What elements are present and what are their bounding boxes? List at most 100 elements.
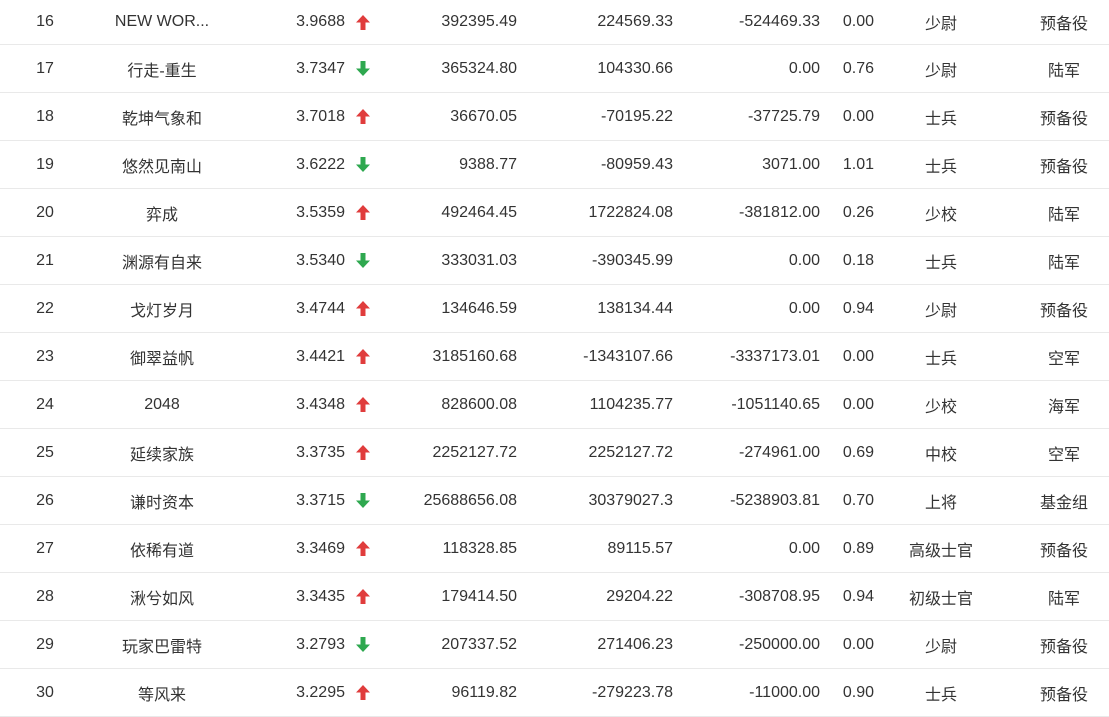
table-row[interactable]: 18 乾坤气象和 3.7018 36670.05 -70195.22 -3772… bbox=[0, 93, 1109, 141]
table-row[interactable]: 24 2048 3.4348 828600.08 1104235.77 -105… bbox=[0, 381, 1109, 429]
value3-cell: 3071.00 bbox=[762, 155, 820, 173]
player-name-cell[interactable]: 弈成 bbox=[92, 189, 232, 236]
rank-cell: 28 bbox=[36, 587, 54, 605]
army-cell: 预备役 bbox=[1039, 542, 1088, 560]
player-name-cell[interactable]: 渊源有自来 bbox=[92, 237, 232, 284]
military-rank-cell: 中校 bbox=[924, 446, 957, 464]
player-name-cell[interactable]: 乾坤气象和 bbox=[92, 93, 232, 140]
value4-cell: 0.00 bbox=[842, 13, 874, 30]
table-row[interactable]: 23 御翠益帆 3.4421 3185160.68 -1343107.66 -3… bbox=[0, 333, 1109, 381]
value2-cell: 138134.44 bbox=[597, 299, 673, 317]
value4-cell: 0.69 bbox=[842, 443, 874, 461]
value3-cell: 0.00 bbox=[788, 59, 820, 77]
ranking-table: 16 NEW WOR... 3.9688 392395.49 224569.33… bbox=[0, 0, 1109, 717]
value3-cell: -250000.00 bbox=[739, 635, 820, 653]
arrow-down-icon bbox=[350, 477, 376, 524]
value4-cell: 1.01 bbox=[842, 155, 874, 173]
military-rank-cell: 士兵 bbox=[924, 686, 957, 704]
arrow-up-icon bbox=[350, 573, 376, 620]
arrow-up-icon bbox=[350, 285, 376, 332]
table-row[interactable]: 26 谦时资本 3.3715 25688656.08 30379027.3 -5… bbox=[0, 477, 1109, 525]
value2-cell: 271406.23 bbox=[597, 635, 673, 653]
player-name-cell[interactable]: 玩家巴雷特 bbox=[92, 621, 232, 668]
player-name-cell[interactable]: 御翠益帆 bbox=[92, 333, 232, 380]
value3-cell: -5238903.81 bbox=[730, 491, 820, 509]
military-rank-cell: 少校 bbox=[924, 206, 957, 224]
value2-cell: -80959.43 bbox=[600, 155, 673, 173]
table-row[interactable]: 27 依稀有道 3.3469 118328.85 89115.57 0.00 0… bbox=[0, 525, 1109, 573]
player-name-cell[interactable]: 行走-重生 bbox=[92, 45, 232, 92]
player-name-cell[interactable]: 等风来 bbox=[92, 669, 232, 716]
value1-cell: 36670.05 bbox=[450, 107, 517, 125]
value1-cell: 3185160.68 bbox=[432, 347, 517, 365]
value2-cell: 30379027.3 bbox=[588, 491, 673, 509]
value4-cell: 0.94 bbox=[842, 299, 874, 317]
army-cell: 预备役 bbox=[1039, 158, 1088, 176]
player-name-cell[interactable]: NEW WOR... bbox=[92, 0, 232, 44]
value3-cell: -11000.00 bbox=[749, 683, 820, 701]
rank-cell: 16 bbox=[36, 13, 54, 30]
score-cell: 3.4348 bbox=[296, 395, 345, 413]
military-rank-cell: 少尉 bbox=[924, 62, 957, 80]
score-cell: 3.3715 bbox=[296, 491, 345, 509]
rank-cell: 21 bbox=[36, 251, 54, 269]
rank-cell: 27 bbox=[36, 539, 54, 557]
rank-cell: 20 bbox=[36, 203, 54, 221]
table-row[interactable]: 29 玩家巴雷特 3.2793 207337.52 271406.23 -250… bbox=[0, 621, 1109, 669]
value2-cell: 89115.57 bbox=[607, 539, 673, 557]
arrow-down-icon bbox=[350, 45, 376, 92]
table-row[interactable]: 16 NEW WOR... 3.9688 392395.49 224569.33… bbox=[0, 0, 1109, 45]
value2-cell: -70195.22 bbox=[600, 107, 673, 125]
arrow-down-icon bbox=[350, 621, 376, 668]
table-row[interactable]: 21 渊源有自来 3.5340 333031.03 -390345.99 0.0… bbox=[0, 237, 1109, 285]
table-row[interactable]: 17 行走-重生 3.7347 365324.80 104330.66 0.00… bbox=[0, 45, 1109, 93]
value1-cell: 134646.59 bbox=[441, 299, 517, 317]
score-cell: 3.7347 bbox=[296, 59, 345, 77]
value1-cell: 492464.45 bbox=[441, 203, 517, 221]
table-row[interactable]: 19 悠然见南山 3.6222 9388.77 -80959.43 3071.0… bbox=[0, 141, 1109, 189]
army-cell: 空军 bbox=[1047, 350, 1080, 368]
rank-cell: 30 bbox=[36, 683, 54, 701]
player-name-cell[interactable]: 戈灯岁月 bbox=[92, 285, 232, 332]
score-cell: 3.4421 bbox=[296, 347, 345, 365]
score-cell: 3.5359 bbox=[296, 203, 345, 221]
value4-cell: 0.94 bbox=[842, 587, 874, 605]
table-row[interactable]: 30 等风来 3.2295 96119.82 -279223.78 -11000… bbox=[0, 669, 1109, 717]
player-name-cell[interactable]: 2048 bbox=[92, 381, 232, 428]
player-name-cell[interactable]: 依稀有道 bbox=[92, 525, 232, 572]
military-rank-cell: 士兵 bbox=[924, 254, 957, 272]
table-row[interactable]: 25 延续家族 3.3735 2252127.72 2252127.72 -27… bbox=[0, 429, 1109, 477]
value3-cell: -1051140.65 bbox=[731, 395, 820, 413]
arrow-up-icon bbox=[350, 0, 376, 44]
rank-cell: 17 bbox=[36, 59, 54, 77]
score-cell: 3.3469 bbox=[296, 539, 345, 557]
score-cell: 3.2295 bbox=[296, 683, 345, 701]
rank-cell: 26 bbox=[36, 491, 54, 509]
military-rank-cell: 少尉 bbox=[924, 638, 957, 656]
score-cell: 3.6222 bbox=[296, 155, 345, 173]
value1-cell: 392395.49 bbox=[441, 13, 517, 30]
player-name-cell[interactable]: 悠然见南山 bbox=[92, 141, 232, 188]
arrow-up-icon bbox=[350, 333, 376, 380]
military-rank-cell: 少尉 bbox=[924, 302, 957, 320]
value1-cell: 365324.80 bbox=[441, 59, 517, 77]
value1-cell: 828600.08 bbox=[441, 395, 517, 413]
value2-cell: -390345.99 bbox=[592, 251, 673, 269]
player-name-cell[interactable]: 延续家族 bbox=[92, 429, 232, 476]
value1-cell: 96119.82 bbox=[451, 683, 517, 701]
player-name-cell[interactable]: 谦时资本 bbox=[92, 477, 232, 524]
arrow-up-icon bbox=[350, 525, 376, 572]
score-cell: 3.5340 bbox=[296, 251, 345, 269]
value2-cell: 104330.66 bbox=[597, 59, 673, 77]
rank-cell: 18 bbox=[36, 107, 54, 125]
value1-cell: 9388.77 bbox=[459, 155, 517, 173]
score-cell: 3.3735 bbox=[296, 443, 345, 461]
arrow-up-icon bbox=[350, 93, 376, 140]
military-rank-cell: 初级士官 bbox=[908, 590, 973, 608]
table-row[interactable]: 28 湫兮如风 3.3435 179414.50 29204.22 -30870… bbox=[0, 573, 1109, 621]
table-row[interactable]: 22 戈灯岁月 3.4744 134646.59 138134.44 0.00 … bbox=[0, 285, 1109, 333]
army-cell: 陆军 bbox=[1047, 206, 1080, 224]
value4-cell: 0.76 bbox=[842, 59, 874, 77]
player-name-cell[interactable]: 湫兮如风 bbox=[92, 573, 232, 620]
table-row[interactable]: 20 弈成 3.5359 492464.45 1722824.08 -38181… bbox=[0, 189, 1109, 237]
